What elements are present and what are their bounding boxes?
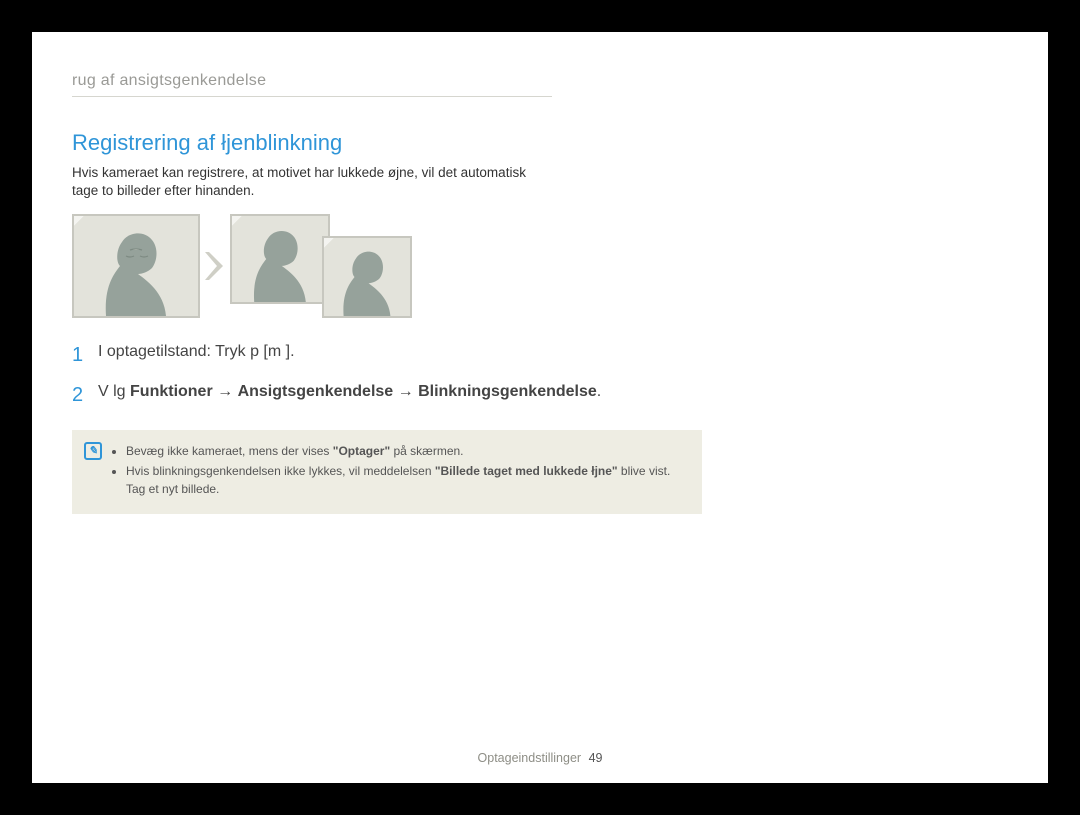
screen-glint	[74, 216, 86, 228]
step-text-segment: .	[597, 383, 601, 400]
step-text-bold: Blinkningsgenkendelse	[418, 383, 597, 400]
chapter-title: rug af ansigtsgenkendelse	[72, 72, 552, 97]
step-number: 2	[72, 380, 98, 410]
note-item: Hvis blinkningsgenkendelsen ikke lykkes,…	[126, 462, 686, 498]
note-item: Bevæg ikke kameraet, mens der vises "Opt…	[126, 442, 686, 460]
sample-photo-eyes-closed	[72, 214, 200, 318]
sample-photo-result-back	[230, 214, 330, 304]
note-icon: ✎	[84, 442, 102, 460]
footer-section: Optageindstillinger	[478, 751, 582, 765]
page-footer: Optageindstillinger 49	[32, 751, 1048, 765]
arrow-icon	[200, 242, 230, 290]
step-text: V lg Funktioner → Ansigtsgenkendelse → B…	[98, 380, 712, 410]
note-text: Bevæg ikke kameraet, mens der vises	[126, 444, 333, 458]
face-illustration-icon	[232, 216, 328, 302]
note-box: ✎ Bevæg ikke kameraet, mens der vises "O…	[72, 430, 702, 514]
result-photo-pair	[230, 214, 412, 318]
step-1: 1 I optagetilstand: Tryk p [m ].	[72, 340, 712, 370]
arrow-char: →	[393, 383, 418, 400]
content-column: Registrering af łjenblinkning Hvis kamer…	[72, 130, 712, 514]
face-illustration-icon	[324, 238, 410, 316]
arrow-char: →	[213, 383, 238, 400]
note-text: Hvis blinkningsgenkendelsen ikke lykkes,…	[126, 464, 435, 478]
note-text: på skærmen.	[390, 444, 463, 458]
step-text-segment: V lg	[98, 383, 130, 400]
note-bold: "Optager"	[333, 444, 390, 458]
step-2: 2 V lg Funktioner → Ansigtsgenkendelse →…	[72, 380, 712, 410]
header: rug af ansigtsgenkendelse	[72, 72, 1008, 97]
manual-page: rug af ansigtsgenkendelse Registrering a…	[32, 32, 1048, 783]
intro-paragraph: Hvis kameraet kan registrere, at motivet…	[72, 164, 542, 200]
example-image-strip	[72, 214, 712, 318]
step-text-bold: Ansigtsgenkendelse	[238, 383, 394, 400]
step-text-bold: Funktioner	[130, 383, 213, 400]
step-text: I optagetilstand: Tryk p [m ].	[98, 340, 712, 370]
note-list: Bevæg ikke kameraet, mens der vises "Opt…	[112, 442, 686, 500]
step-number: 1	[72, 340, 98, 370]
screen-glint	[232, 216, 244, 228]
screen-glint	[324, 238, 336, 250]
face-illustration-icon	[74, 216, 198, 316]
section-title: Registrering af łjenblinkning	[72, 130, 712, 156]
note-bold: "Billede taget med lukkede łjne"	[435, 464, 618, 478]
page-number: 49	[589, 751, 603, 765]
sample-photo-result-front	[322, 236, 412, 318]
